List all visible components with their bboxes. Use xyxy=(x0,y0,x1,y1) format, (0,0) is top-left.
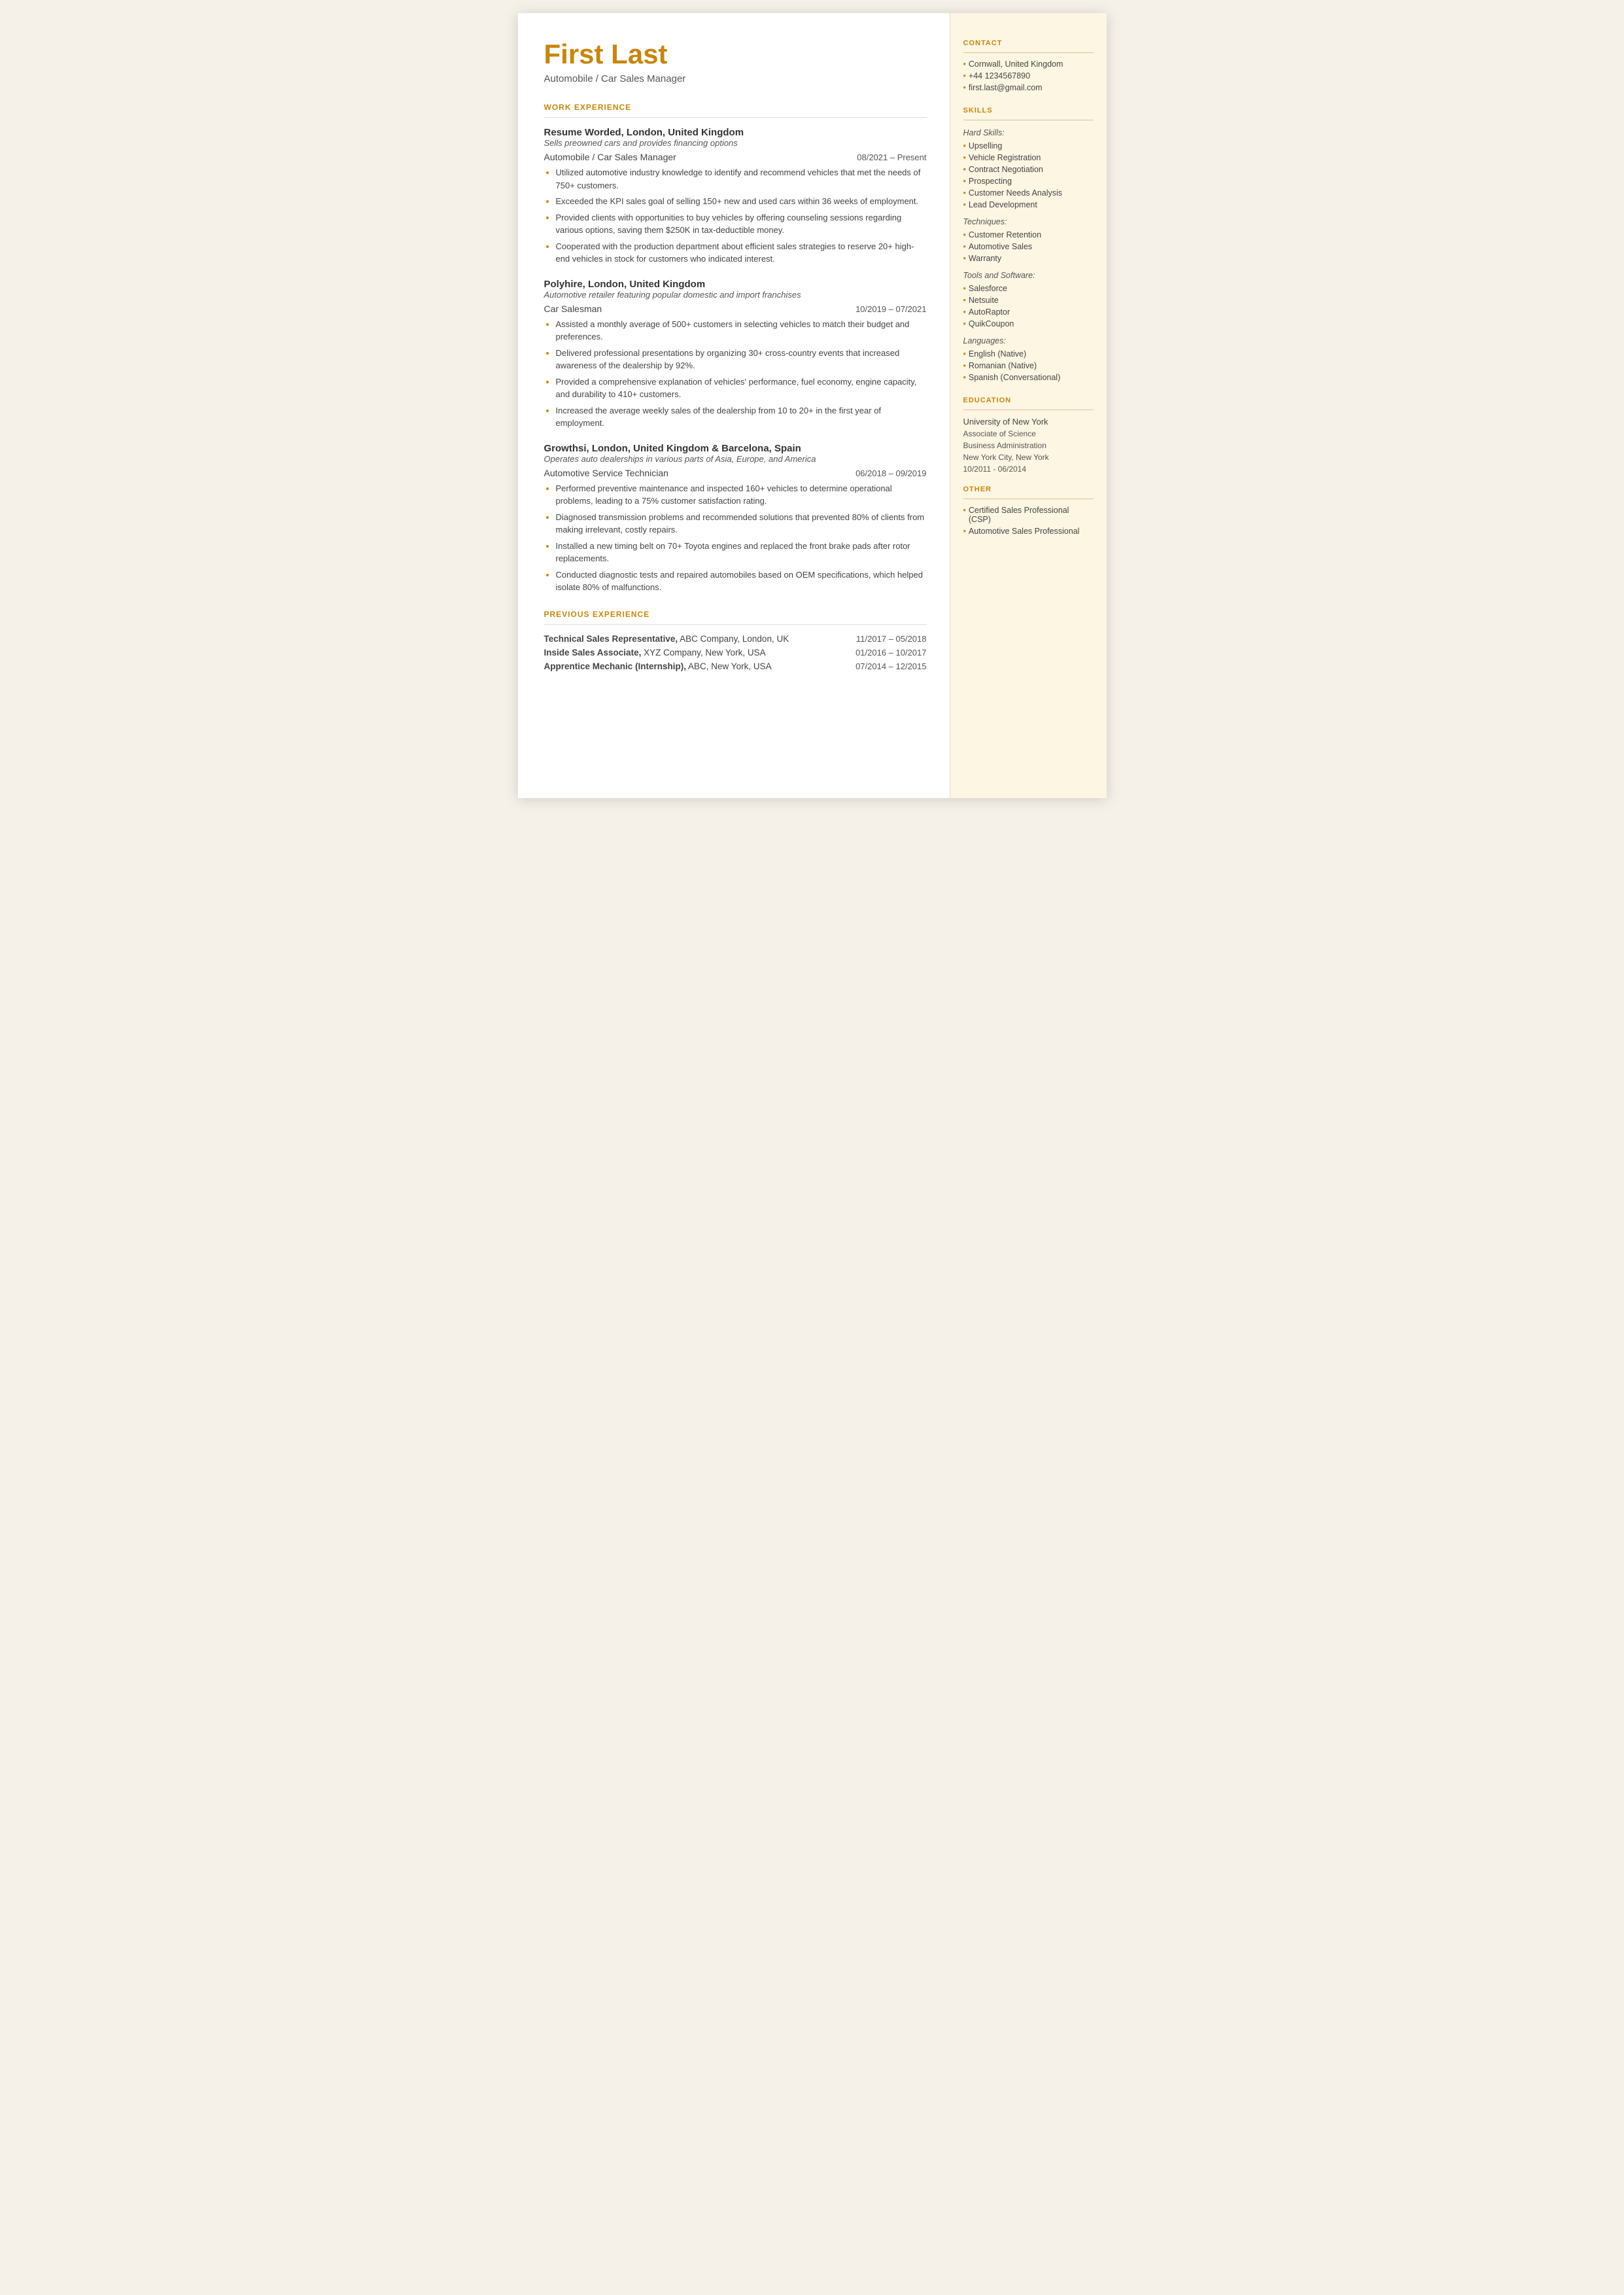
prev-experience-divider xyxy=(544,624,927,625)
job-title-2: Car Salesman xyxy=(544,304,602,314)
job-bullets-3: Performed preventive maintenance and ins… xyxy=(556,482,927,594)
candidate-subtitle: Automobile / Car Sales Manager xyxy=(544,73,927,84)
job-dates-2: 10/2019 – 07/2021 xyxy=(855,304,926,314)
other-auto-sales-pro: Automotive Sales Professional xyxy=(963,527,1094,536)
techniques-label: Techniques: xyxy=(963,217,1094,226)
prev-dates-3: 07/2014 – 12/2015 xyxy=(855,661,926,671)
prev-experience-title: PREVIOUS EXPERIENCE xyxy=(544,610,927,619)
company-desc-1: Sells preowned cars and provides financi… xyxy=(544,138,927,148)
work-experience-title: WORK EXPERIENCE xyxy=(544,103,927,112)
job-dates-3: 06/2018 – 09/2019 xyxy=(855,468,926,478)
job-row-3: Automotive Service Technician 06/2018 – … xyxy=(544,468,927,478)
edu-dates-1: 10/2011 - 06/2014 xyxy=(963,463,1094,475)
skill-prospecting: Prospecting xyxy=(963,177,1094,186)
bullet-2-3: Provided a comprehensive explanation of … xyxy=(556,376,927,401)
prev-exp-row-3: Apprentice Mechanic (Internship), ABC, N… xyxy=(544,661,927,671)
prev-role-2: Inside Sales Associate, XYZ Company, New… xyxy=(544,648,766,657)
skills-title: SKILLS xyxy=(963,107,1094,114)
job-block-3: Growthsi, London, United Kingdom & Barce… xyxy=(544,443,927,594)
work-experience-divider xyxy=(544,117,927,118)
prev-role-3: Apprentice Mechanic (Internship), ABC, N… xyxy=(544,661,772,671)
company-desc-3: Operates auto dealerships in various par… xyxy=(544,454,927,464)
bullet-3-2: Diagnosed transmission problems and reco… xyxy=(556,511,927,536)
job-bullets-2: Assisted a monthly average of 500+ custo… xyxy=(556,318,927,430)
bullet-1-1: Utilized automotive industry knowledge t… xyxy=(556,166,927,192)
job-bullets-1: Utilized automotive industry knowledge t… xyxy=(556,166,927,266)
bullet-3-4: Conducted diagnostic tests and repaired … xyxy=(556,569,927,594)
bullet-1-2: Exceeded the KPI sales goal of selling 1… xyxy=(556,195,927,208)
lang-romanian: Romanian (Native) xyxy=(963,361,1094,370)
company-name-2: Polyhire, London, United Kingdom xyxy=(544,279,927,290)
education-title: EDUCATION xyxy=(963,396,1094,404)
job-dates-1: 08/2021 – Present xyxy=(857,152,926,162)
contact-phone: +44 1234567890 xyxy=(963,71,1094,80)
bullet-1-3: Provided clients with opportunities to b… xyxy=(556,211,927,237)
prev-exp-row-2: Inside Sales Associate, XYZ Company, New… xyxy=(544,648,927,657)
edu-field-1: Business Administration xyxy=(963,440,1094,451)
candidate-name: First Last xyxy=(544,39,927,69)
technique-warranty: Warranty xyxy=(963,254,1094,263)
edu-block-1: University of New York Associate of Scie… xyxy=(963,417,1094,475)
bullet-3-3: Installed a new timing belt on 70+ Toyot… xyxy=(556,540,927,565)
job-title-1: Automobile / Car Sales Manager xyxy=(544,152,676,162)
job-title-3: Automotive Service Technician xyxy=(544,468,668,478)
resume-page: First Last Automobile / Car Sales Manage… xyxy=(518,13,1107,798)
contact-address: Cornwall, United Kingdom xyxy=(963,60,1094,69)
skill-lead-dev: Lead Development xyxy=(963,200,1094,209)
bullet-2-4: Increased the average weekly sales of th… xyxy=(556,404,927,430)
technique-retention: Customer Retention xyxy=(963,230,1094,239)
tool-netsuite: Netsuite xyxy=(963,296,1094,305)
prev-exp-row-1: Technical Sales Representative, ABC Comp… xyxy=(544,634,927,644)
right-column: CONTACT Cornwall, United Kingdom +44 123… xyxy=(950,13,1107,798)
bullet-2-1: Assisted a monthly average of 500+ custo… xyxy=(556,318,927,343)
other-title: OTHER xyxy=(963,485,1094,493)
tool-quikcoupon: QuikCoupon xyxy=(963,319,1094,328)
skill-customer-needs: Customer Needs Analysis xyxy=(963,188,1094,198)
job-row-1: Automobile / Car Sales Manager 08/2021 –… xyxy=(544,152,927,162)
edu-school-1: University of New York xyxy=(963,417,1094,427)
tools-label: Tools and Software: xyxy=(963,271,1094,280)
skill-vehicle-reg: Vehicle Registration xyxy=(963,153,1094,162)
edu-degree-1: Associate of Science xyxy=(963,428,1094,440)
contact-title: CONTACT xyxy=(963,39,1094,47)
bullet-1-4: Cooperated with the production departmen… xyxy=(556,240,927,266)
job-block-2: Polyhire, London, United Kingdom Automot… xyxy=(544,279,927,430)
lang-spanish: Spanish (Conversational) xyxy=(963,373,1094,382)
contact-divider xyxy=(963,52,1094,53)
job-block-1: Resume Worded, London, United Kingdom Se… xyxy=(544,127,927,266)
prev-dates-2: 01/2016 – 10/2017 xyxy=(855,648,926,657)
company-name-3: Growthsi, London, United Kingdom & Barce… xyxy=(544,443,927,454)
hard-skills-label: Hard Skills: xyxy=(963,128,1094,137)
other-csp: Certified Sales Professional (CSP) xyxy=(963,506,1094,524)
left-column: First Last Automobile / Car Sales Manage… xyxy=(518,13,950,798)
bullet-3-1: Performed preventive maintenance and ins… xyxy=(556,482,927,508)
tool-salesforce: Salesforce xyxy=(963,284,1094,293)
lang-english: English (Native) xyxy=(963,349,1094,359)
company-name-1: Resume Worded, London, United Kingdom xyxy=(544,127,927,138)
bullet-2-2: Delivered professional presentations by … xyxy=(556,347,927,372)
edu-location-1: New York City, New York xyxy=(963,451,1094,463)
skill-upselling: Upselling xyxy=(963,141,1094,150)
company-desc-2: Automotive retailer featuring popular do… xyxy=(544,290,927,300)
contact-email: first.last@gmail.com xyxy=(963,83,1094,92)
tool-autoraptor: AutoRaptor xyxy=(963,307,1094,317)
technique-auto-sales: Automotive Sales xyxy=(963,242,1094,251)
skill-contract-neg: Contract Negotiation xyxy=(963,165,1094,174)
job-row-2: Car Salesman 10/2019 – 07/2021 xyxy=(544,304,927,314)
languages-label: Languages: xyxy=(963,336,1094,345)
prev-dates-1: 11/2017 – 05/2018 xyxy=(856,634,926,644)
prev-role-1: Technical Sales Representative, ABC Comp… xyxy=(544,634,789,644)
